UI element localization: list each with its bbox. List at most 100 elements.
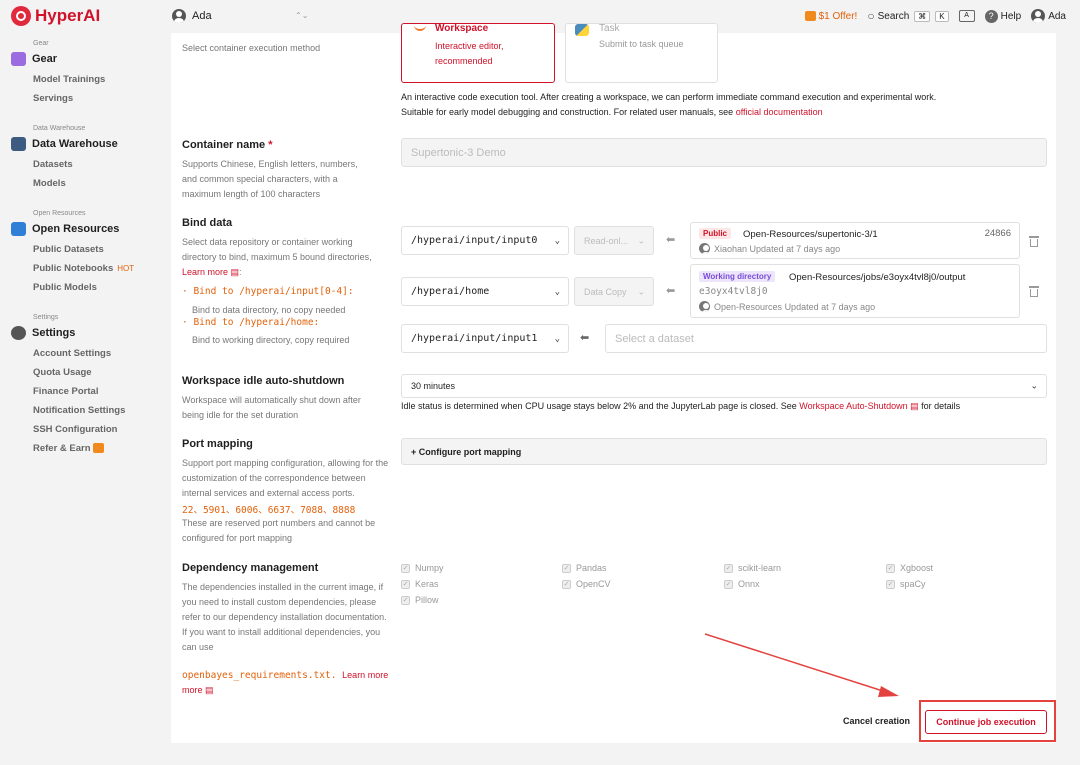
container-name-input[interactable]: Supertonic-3 Demo	[401, 138, 1047, 167]
user-selector[interactable]: Ada	[172, 9, 212, 23]
sidebar-section-open-resources[interactable]: Open Resources	[11, 222, 119, 236]
working-directory-name: Open-Resources/jobs/e3oyx4tvl8j0/output	[789, 272, 966, 283]
idle-shutdown-label: Workspace idle auto-shutdown	[182, 375, 345, 387]
bind-path-select[interactable]: /hyperai/input/input0 ⌄	[401, 226, 569, 255]
gift-icon	[804, 11, 816, 21]
sidebar-item-ssh-configuration[interactable]: SSH Configuration	[33, 424, 117, 435]
python-icon	[575, 24, 589, 36]
sidebar-item-public-datasets[interactable]: Public Datasets	[33, 244, 104, 255]
dep-name: scikit-learn	[738, 563, 782, 573]
sidebar-item-models[interactable]: Models	[33, 178, 66, 189]
bind-rule-home-text: Bind to /hyperai/home:	[193, 317, 320, 328]
check-icon: ✓	[401, 563, 410, 573]
help-label: Help	[1000, 10, 1022, 22]
required-marker: *	[268, 139, 273, 151]
docs-icon[interactable]: A	[958, 10, 975, 22]
sidebar-section-data-warehouse[interactable]: Data Warehouse	[11, 137, 118, 151]
offer-link[interactable]: $1 Offer!	[804, 11, 857, 22]
or-section-title: Open Resources	[32, 223, 120, 235]
refer-earn-label: Refer & Earn	[33, 443, 91, 454]
account-name: Ada	[1048, 10, 1066, 22]
bind-mode-value: Read-onl...	[584, 235, 629, 246]
bind-data-label: Bind data	[182, 217, 233, 229]
working-directory-badge: Working directory	[699, 271, 776, 282]
search-button[interactable]: ○ Search ⌘ K	[867, 9, 949, 23]
idle-info-text: Idle status is determined when CPU usage…	[401, 401, 800, 411]
gear-section-title: Gear	[32, 53, 58, 65]
auto-shutdown-link[interactable]: Workspace Auto-Shutdown ▤	[799, 401, 918, 411]
sidebar-item-servings[interactable]: Servings	[33, 93, 73, 104]
auto-shutdown-link-text: Workspace Auto-Shutdown	[799, 401, 908, 411]
public-notebooks-label: Public Notebooks	[33, 263, 114, 274]
bind-path-value: /hyperai/input/input1	[411, 333, 538, 344]
cancel-button[interactable]: Cancel creation	[843, 716, 910, 726]
bind-mode-select[interactable]: Read-onl... ⌄	[574, 226, 654, 255]
dep-checkbox[interactable]: ✓ Pandas	[562, 563, 607, 573]
owner-meta: Xiaohan Updated at 7 days ago	[714, 244, 840, 254]
bind-path-value: /hyperai/input/input0	[411, 235, 538, 246]
sidebar-item-model-trainings[interactable]: Model Trainings	[33, 74, 105, 85]
bind-path-select[interactable]: /hyperai/input/input1 ⌄	[401, 324, 569, 353]
sidebar-item-refer-earn[interactable]: Refer & Earn	[33, 443, 105, 454]
dep-checkbox[interactable]: ✓ Xgboost	[886, 563, 933, 573]
trash-icon[interactable]	[1029, 286, 1039, 297]
sidebar-item-datasets[interactable]: Datasets	[33, 159, 73, 170]
check-icon: ✓	[562, 563, 571, 573]
help-icon: ?	[984, 9, 998, 23]
official-docs-link[interactable]: official documentation	[736, 107, 823, 117]
account-menu[interactable]: Ada	[1031, 9, 1066, 23]
bind-mode-select[interactable]: Data Copy ⌄	[574, 277, 654, 306]
dep-learn-more-link[interactable]: Learn more	[342, 670, 388, 680]
task-option-title: Task	[599, 23, 620, 34]
port-mapping-label: Port mapping	[182, 438, 253, 450]
search-label: Search	[877, 10, 910, 22]
sidebar-item-public-models[interactable]: Public Models	[33, 282, 97, 293]
workspace-option-card[interactable]: Workspace Interactive editor, recommende…	[401, 23, 555, 83]
dep-checkbox[interactable]: ✓ Onnx	[724, 579, 760, 589]
check-icon: ✓	[886, 563, 895, 573]
bind-learn-more-text: Learn more	[182, 267, 229, 277]
brand-logo[interactable]: HyperAI	[11, 6, 100, 26]
requirements-file: openbayes_requirements.txt. Learn more	[182, 670, 388, 681]
configure-port-mapping-button[interactable]: + Configure port mapping	[401, 438, 1047, 465]
check-icon: ✓	[401, 595, 410, 605]
dep-checkbox[interactable]: ✓ Pillow	[401, 595, 439, 605]
bind-desc-text: Select data repository or container work…	[182, 237, 372, 262]
bind-path-select[interactable]: /hyperai/home ⌄	[401, 277, 569, 306]
dep-checkbox[interactable]: ✓ Numpy	[401, 563, 444, 573]
sidebar-item-quota-usage[interactable]: Quota Usage	[33, 367, 92, 378]
dataset-select[interactable]: Select a dataset	[605, 324, 1047, 353]
dep-checkbox[interactable]: ✓ OpenCV	[562, 579, 611, 589]
dep-checkbox[interactable]: ✓ Keras	[401, 579, 439, 589]
gift-icon	[93, 443, 105, 454]
exec-info-line2: Suitable for early model debugging and c…	[401, 105, 823, 120]
sidebar-item-public-notebooks[interactable]: Public Notebooks HOT	[33, 263, 134, 274]
task-option-card[interactable]: Task Submit to task queue	[565, 23, 718, 83]
workspace-option-title: Workspace	[435, 23, 489, 34]
jupyter-icon	[414, 25, 426, 31]
sidebar-item-notification-settings[interactable]: Notification Settings	[33, 405, 125, 416]
sidebar-section-settings[interactable]: Settings	[11, 326, 75, 340]
dep-checkbox[interactable]: ✓ spaCy	[886, 579, 926, 589]
chevron-updown-icon[interactable]: ⌃⌄	[295, 11, 308, 20]
sidebar-item-finance-portal[interactable]: Finance Portal	[33, 386, 98, 397]
check-icon: ✓	[886, 579, 895, 589]
trash-icon[interactable]	[1029, 236, 1039, 247]
idle-duration-select[interactable]: 30 minutes ⌄	[401, 374, 1047, 398]
settings-section-title: Settings	[32, 327, 76, 339]
working-directory-card[interactable]: Working directory Open-Resources/jobs/e3…	[690, 264, 1020, 318]
bind-learn-more-link[interactable]: Learn more ▤	[182, 267, 239, 277]
dep-checkbox[interactable]: ✓ scikit-learn	[724, 563, 781, 573]
sidebar-section-gear[interactable]: Gear	[11, 52, 57, 66]
dep-learn-more-link-tail[interactable]: more ▤	[182, 685, 214, 696]
sidebar-item-account-settings[interactable]: Account Settings	[33, 348, 111, 359]
bound-dataset-card[interactable]: Public Open-Resources/supertonic-3/1 248…	[690, 222, 1020, 259]
owner-meta: Open-Resources Updated at 7 days ago	[714, 302, 875, 312]
idle-info-tail: for details	[918, 401, 961, 411]
idle-info: Idle status is determined when CPU usage…	[401, 399, 960, 414]
public-badge: Public	[699, 228, 732, 239]
updated-time: Updated at 7 days ago	[749, 244, 841, 254]
bound-dataset-count: 24866	[984, 228, 1011, 239]
container-name-text: Container name	[182, 139, 266, 151]
help-button[interactable]: ? Help	[984, 9, 1022, 23]
